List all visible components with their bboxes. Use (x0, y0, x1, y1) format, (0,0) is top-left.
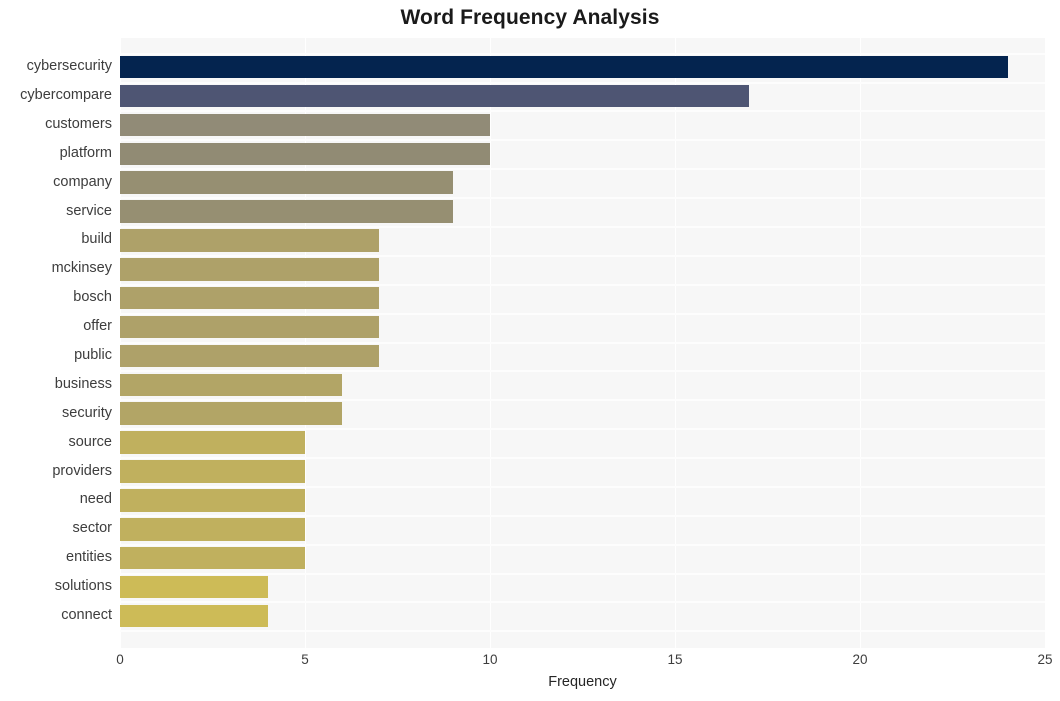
bar-sector[interactable] (120, 518, 305, 541)
bar-row (120, 258, 1045, 281)
y-tick-label-public: public (74, 346, 112, 363)
bar-row (120, 315, 1045, 339)
bar-business[interactable] (120, 373, 342, 397)
y-tick-label-security: security (62, 404, 112, 421)
bar-row (120, 286, 1045, 310)
bar-cybercompare[interactable] (120, 84, 749, 108)
bar-row (120, 171, 1045, 194)
bar-connect[interactable] (120, 604, 268, 628)
bar-row (120, 431, 1045, 454)
x-axis-tick-labels: 0 5 10 15 20 25 (0, 652, 1060, 674)
y-tick-label-mckinsey: mckinsey (51, 260, 112, 277)
y-tick-label-bosch: bosch (73, 289, 112, 306)
y-tick-label-cybersecurity: cybersecurity (26, 58, 112, 75)
bar-platform[interactable] (120, 142, 490, 166)
bar-row (120, 460, 1045, 483)
x-tick-label-5: 5 (301, 652, 309, 667)
y-tick-label-offer: offer (83, 318, 112, 335)
bar-mckinsey[interactable] (120, 258, 379, 281)
bar-offer[interactable] (120, 315, 379, 339)
y-tick-label-connect: connect (61, 606, 112, 623)
bar-row (120, 142, 1045, 166)
word-frequency-chart-figure: Word Frequency Analysis cybersecurity cyb… (0, 0, 1060, 701)
bar-entities[interactable] (120, 546, 305, 570)
bar-providers[interactable] (120, 460, 305, 483)
x-tick-label-20: 20 (852, 652, 868, 667)
y-axis-tick-labels: cybersecurity cybercompare customers platfo… (0, 38, 112, 648)
bar-source[interactable] (120, 431, 305, 454)
bar-solutions[interactable] (120, 575, 268, 599)
bar-service[interactable] (120, 200, 453, 223)
bar-public[interactable] (120, 344, 379, 368)
bar-row (120, 489, 1045, 512)
y-tick-label-need: need (79, 491, 112, 508)
y-tick-label-service: service (66, 202, 112, 219)
x-axis-title: Frequency (548, 674, 617, 690)
bars-layer (120, 38, 1045, 648)
x-tick-label-25: 25 (1037, 652, 1053, 667)
bar-security[interactable] (120, 402, 342, 425)
bar-row (120, 402, 1045, 425)
plot-area (120, 38, 1045, 648)
x-tick-label-10: 10 (482, 652, 498, 667)
y-tick-label-cybercompare: cybercompare (20, 87, 112, 104)
bar-row (120, 575, 1045, 599)
bar-cybersecurity[interactable] (120, 55, 1008, 79)
y-tick-label-sector: sector (72, 520, 113, 537)
bar-row (120, 344, 1045, 368)
bar-need[interactable] (120, 489, 305, 512)
bar-row (120, 546, 1045, 570)
y-tick-label-entities: entities (66, 549, 112, 566)
bar-row (120, 200, 1045, 223)
bar-row (120, 229, 1045, 252)
y-tick-label-customers: customers (45, 115, 112, 132)
bar-row (120, 373, 1045, 397)
bar-row (120, 113, 1045, 137)
bar-bosch[interactable] (120, 286, 379, 310)
y-tick-label-platform: platform (59, 144, 112, 161)
bar-row (120, 84, 1045, 108)
y-tick-label-company: company (53, 173, 112, 190)
x-tick-label-15: 15 (667, 652, 683, 667)
bar-row (120, 518, 1045, 541)
bar-row (120, 55, 1045, 79)
bar-row (120, 604, 1045, 628)
y-tick-label-providers: providers (52, 462, 112, 479)
x-tick-label-0: 0 (116, 652, 124, 667)
bar-build[interactable] (120, 229, 379, 252)
chart-title: Word Frequency Analysis (400, 6, 660, 29)
y-tick-label-business: business (54, 375, 112, 392)
y-tick-label-solutions: solutions (54, 578, 112, 595)
bar-company[interactable] (120, 171, 453, 194)
bar-customers[interactable] (120, 113, 490, 137)
y-tick-label-build: build (81, 231, 112, 248)
y-tick-label-source: source (68, 433, 112, 450)
